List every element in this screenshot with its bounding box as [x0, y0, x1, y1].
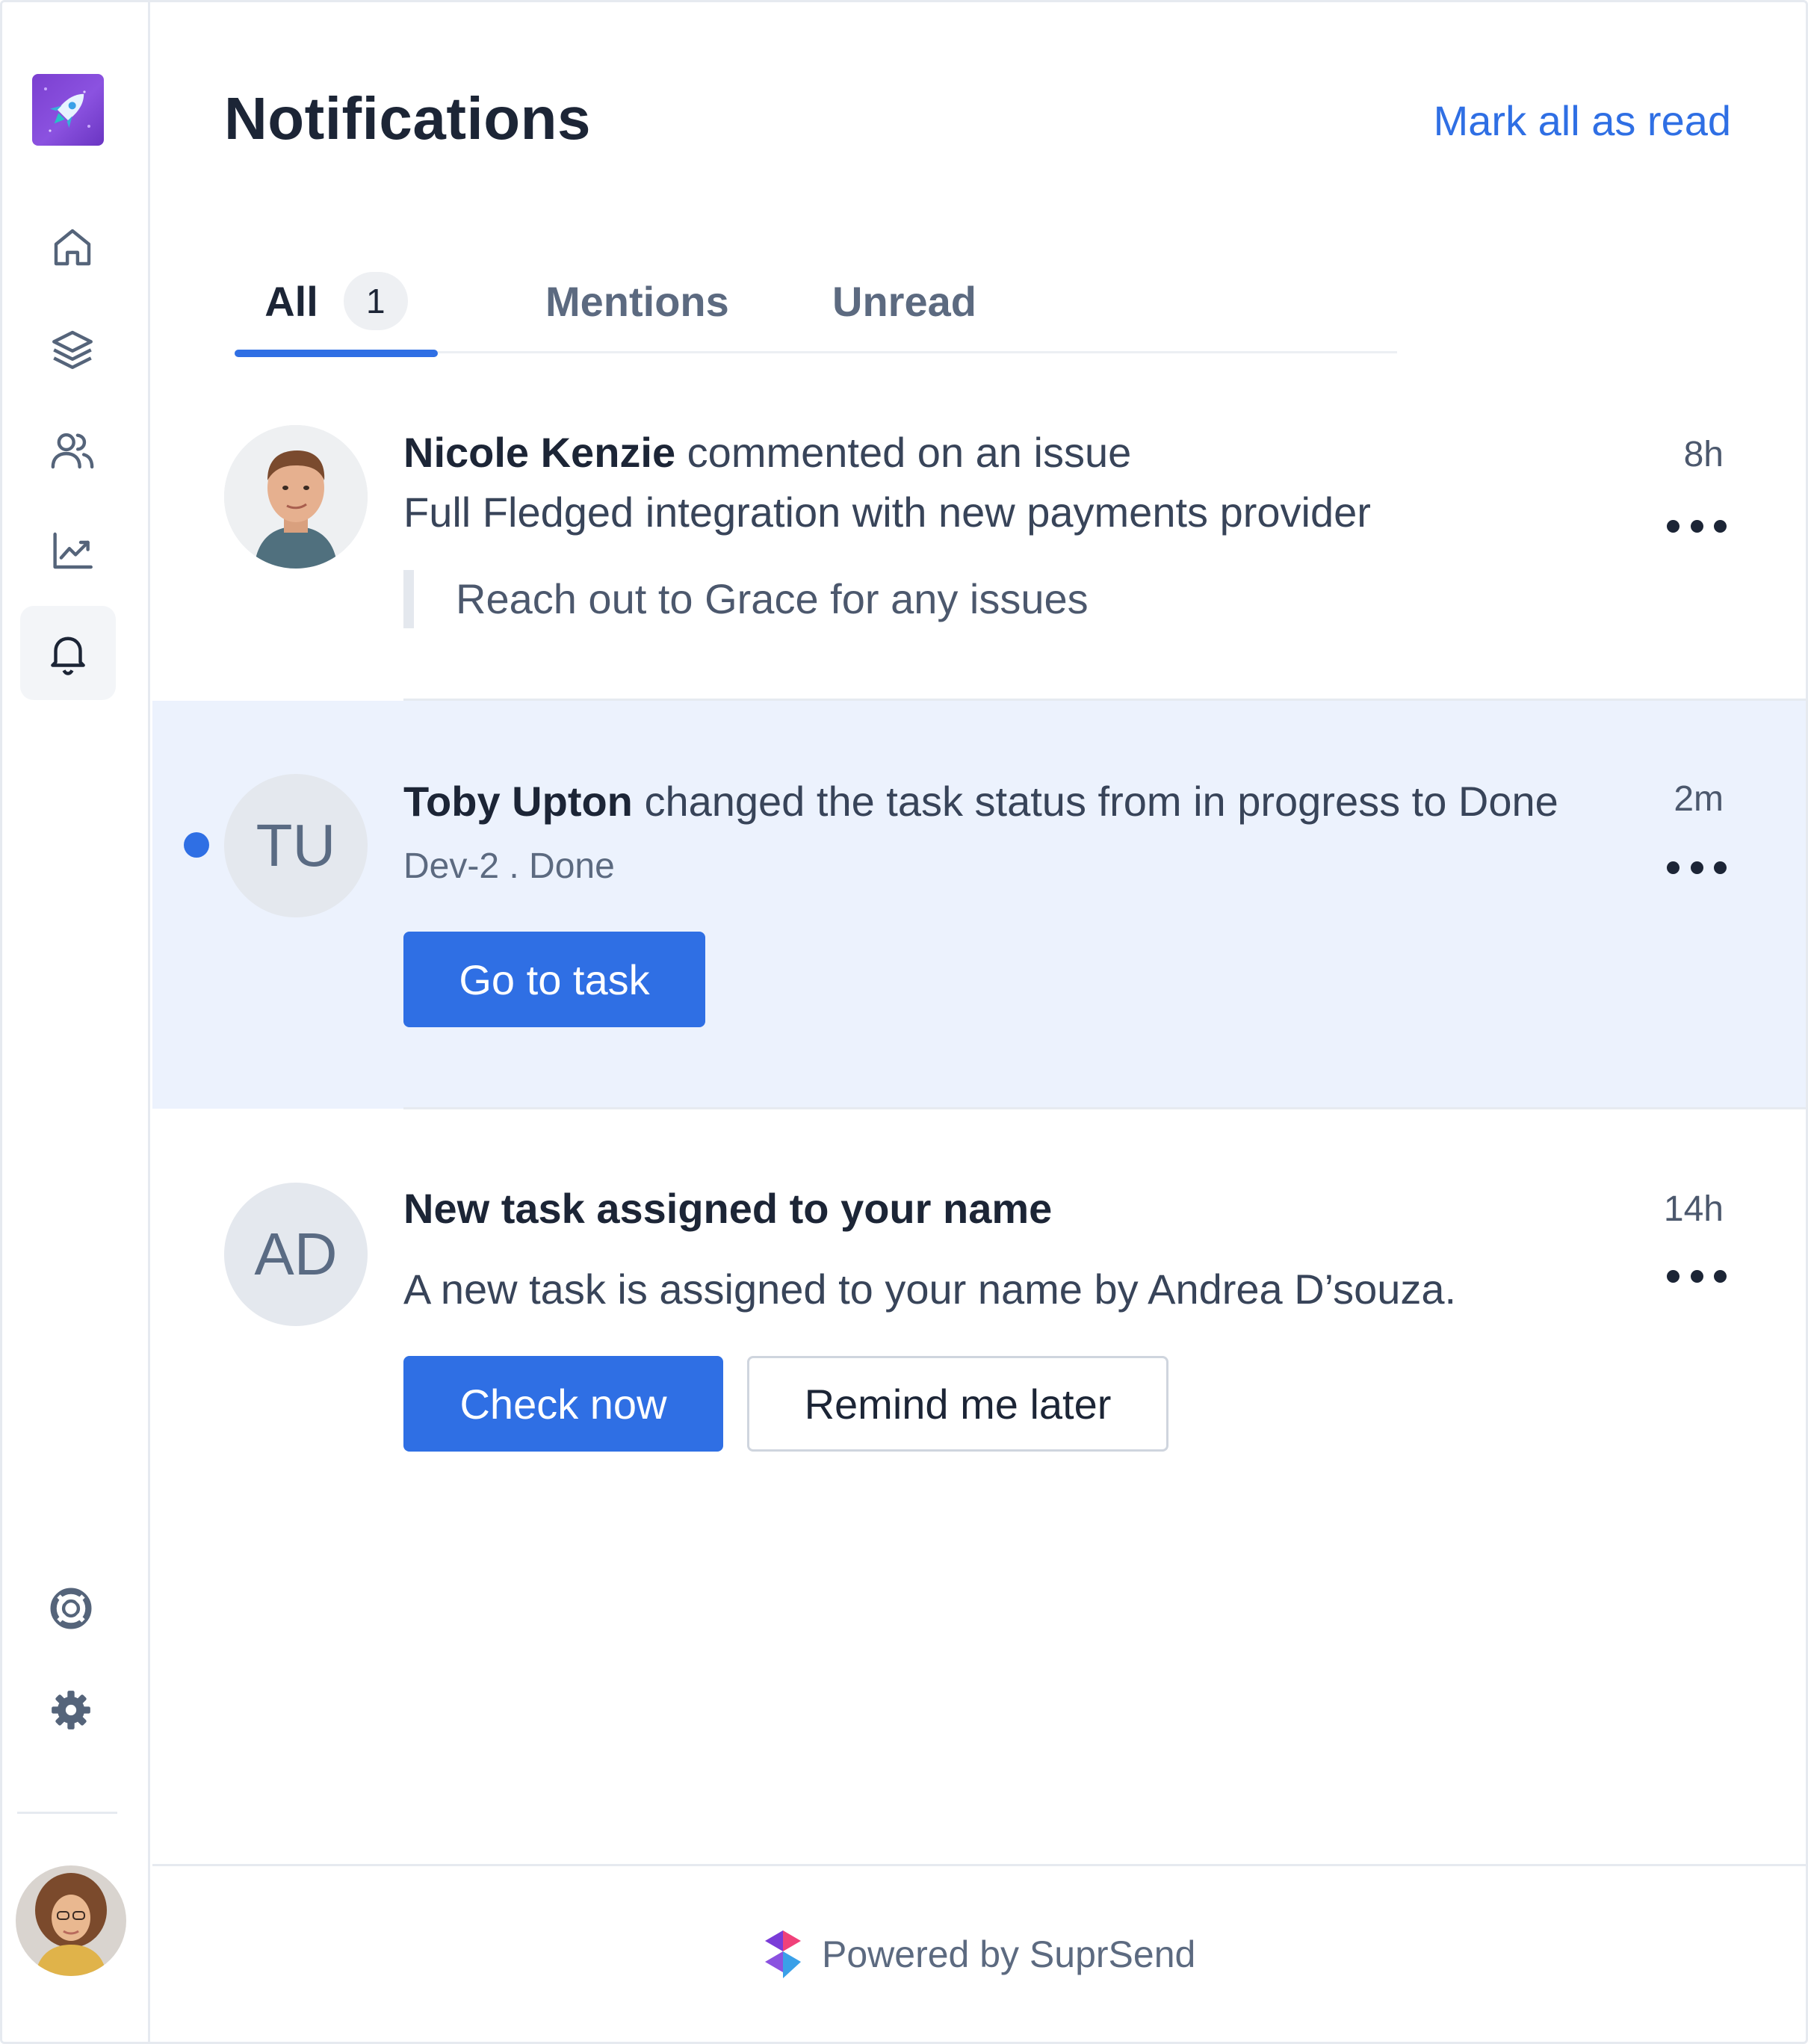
actor-name: Nicole Kenzie	[403, 429, 676, 476]
sidebar	[2, 2, 150, 2042]
actor-avatar: TU	[224, 774, 368, 917]
rocket-logo[interactable]	[32, 74, 104, 146]
tab-mentions[interactable]: Mentions	[545, 249, 729, 353]
page-title: Notifications	[224, 85, 591, 152]
gear-icon[interactable]	[40, 1679, 102, 1741]
notification-time: 8h	[1683, 435, 1724, 474]
chart-icon[interactable]	[41, 519, 104, 582]
more-options-icon[interactable]	[1667, 515, 1727, 537]
suprsend-logo-icon	[765, 1930, 801, 1978]
layers-icon[interactable]	[41, 318, 104, 380]
user-avatar[interactable]	[16, 1865, 126, 1976]
bell-icon[interactable]	[20, 606, 116, 700]
powered-by-text: Powered by SuprSend	[822, 1933, 1196, 1975]
actor-avatar: AD	[224, 1183, 368, 1326]
check-now-button[interactable]: Check now	[403, 1356, 723, 1452]
go-to-task-button[interactable]: Go to task	[403, 932, 705, 1027]
notification-quote: Reach out to Grace for any issues	[403, 570, 1089, 628]
users-icon[interactable]	[41, 419, 104, 482]
powered-by: Powered by SuprSend	[762, 1927, 1195, 1981]
tab-all-label: All	[264, 277, 318, 325]
main-content: Notifications Mark all as read All 1 Men…	[152, 2, 1806, 2042]
notification-time: 14h	[1663, 1189, 1724, 1229]
footer: Powered by SuprSend	[152, 1864, 1806, 2042]
notification-headline: Toby Upton changed the task status from …	[403, 777, 1558, 826]
tab-unread[interactable]: Unread	[832, 249, 976, 353]
mark-all-read-link[interactable]: Mark all as read	[1434, 96, 1731, 145]
notification-action: changed the task status from in progress…	[644, 778, 1558, 825]
notification-title: New task assigned to your name	[403, 1185, 1053, 1232]
notification-body: A new task is assigned to your name by A…	[403, 1266, 1457, 1313]
actor-name: Toby Upton	[403, 778, 633, 825]
unread-indicator	[184, 832, 209, 858]
notification-action: commented on an issue	[687, 429, 1132, 476]
tab-bar: All 1 Mentions Unread	[235, 249, 1397, 357]
notification-item[interactable]: Nicole Kenzie commented on an issue Full…	[152, 406, 1806, 700]
notification-subtitle: Full Fledged integration with new paymen…	[403, 489, 1371, 536]
notification-item[interactable]: AD New task assigned to your name A new …	[152, 1109, 1806, 1528]
lifebuoy-icon[interactable]	[40, 1577, 102, 1640]
notification-time: 2m	[1674, 779, 1724, 819]
notification-panel: Notifications Mark all as read All 1 Men…	[0, 0, 1808, 2044]
tab-all[interactable]: All 1	[235, 249, 438, 357]
actor-avatar	[224, 425, 368, 569]
notification-item[interactable]: TU Toby Upton changed the task status fr…	[152, 701, 1806, 1109]
remind-me-later-button[interactable]: Remind me later	[747, 1356, 1168, 1452]
more-options-icon[interactable]	[1667, 856, 1727, 879]
notification-meta: Dev-2 . Done	[403, 846, 615, 886]
notification-headline: Nicole Kenzie commented on an issue	[403, 428, 1131, 477]
sidebar-divider	[17, 1812, 117, 1814]
home-icon[interactable]	[41, 216, 104, 279]
tab-all-count-badge: 1	[343, 272, 408, 330]
more-options-icon[interactable]	[1667, 1265, 1727, 1287]
